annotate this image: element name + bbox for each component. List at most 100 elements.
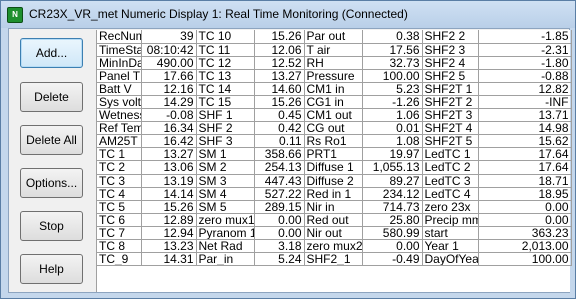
field-value-cell[interactable]: 13.23 — [141, 239, 197, 254]
field-name-cell[interactable]: SM 3 — [196, 174, 255, 188]
field-value-cell[interactable]: -0.88 — [478, 69, 572, 83]
field-name-cell[interactable]: SHF2T 3 — [422, 108, 479, 123]
field-value-cell[interactable]: -0.49 — [362, 252, 423, 267]
field-value-cell[interactable]: 0.00 — [254, 213, 305, 227]
field-value-cell[interactable]: 0.01 — [362, 121, 423, 136]
field-value-cell[interactable]: 1.08 — [362, 134, 423, 149]
field-value-cell[interactable]: 5.24 — [254, 252, 305, 267]
field-value-cell[interactable]: 13.71 — [478, 108, 572, 123]
field-value-cell[interactable]: 12.06 — [254, 43, 305, 57]
title-bar[interactable]: N CR23X_VR_met Numeric Display 1: Real T… — [1, 1, 575, 28]
field-value-cell[interactable]: 0.00 — [254, 226, 305, 241]
field-name-cell[interactable]: SHF2T 5 — [422, 134, 479, 149]
field-value-cell[interactable]: 15.26 — [141, 200, 197, 214]
field-value-cell[interactable]: 17.64 — [478, 160, 572, 175]
field-value-cell[interactable]: 0.00 — [362, 239, 423, 254]
field-value-cell[interactable]: 447.43 — [254, 174, 305, 188]
field-name-cell[interactable]: Nir in — [304, 200, 363, 214]
field-name-cell[interactable]: SM 4 — [196, 187, 255, 201]
field-name-cell[interactable]: Panel T — [97, 69, 142, 83]
field-name-cell[interactable]: Red in 1 — [304, 187, 363, 201]
field-name-cell[interactable]: TC 14 — [196, 82, 255, 96]
field-name-cell[interactable]: TC 7 — [97, 226, 142, 241]
field-name-cell[interactable]: SHF2T 2 — [422, 95, 479, 110]
field-value-cell[interactable]: 13.27 — [141, 147, 197, 162]
field-value-cell[interactable]: 0.42 — [254, 121, 305, 136]
field-value-cell[interactable]: 0.00 — [478, 200, 572, 214]
field-name-cell[interactable]: TC 6 — [97, 213, 142, 227]
field-value-cell[interactable]: 0.11 — [254, 134, 305, 149]
field-value-cell[interactable]: 1,055.13 — [362, 160, 423, 175]
field-value-cell[interactable]: 12.89 — [141, 213, 197, 227]
field-name-cell[interactable]: CG out — [304, 121, 363, 136]
field-name-cell[interactable]: SHF 2 — [196, 121, 255, 136]
field-name-cell[interactable]: SHF2 5 — [422, 69, 479, 83]
field-name-cell[interactable]: SHF2_1 — [304, 252, 363, 267]
field-name-cell[interactable]: Red out — [304, 213, 363, 227]
field-name-cell[interactable]: T air — [304, 43, 363, 57]
field-value-cell[interactable]: 289.15 — [254, 200, 305, 214]
field-name-cell[interactable]: zero mux2 — [304, 239, 363, 254]
field-name-cell[interactable]: TC 3 — [97, 174, 142, 188]
field-name-cell[interactable]: TC 5 — [97, 200, 142, 214]
field-name-cell[interactable]: CM1 out — [304, 108, 363, 123]
field-name-cell[interactable]: TC 8 — [97, 239, 142, 254]
field-value-cell[interactable]: 100.00 — [478, 252, 572, 267]
delete-button[interactable]: Delete — [20, 82, 83, 112]
field-name-cell[interactable]: DayOfYear — [422, 252, 479, 267]
field-value-cell[interactable]: 3.18 — [254, 239, 305, 254]
field-value-cell[interactable]: 17.66 — [141, 69, 197, 83]
field-value-cell[interactable]: 15.62 — [478, 134, 572, 149]
field-value-cell[interactable]: 2,013.00 — [478, 239, 572, 254]
field-name-cell[interactable]: RH — [304, 56, 363, 70]
field-value-cell[interactable]: 0.38 — [362, 30, 423, 44]
field-name-cell[interactable]: TC 4 — [97, 187, 142, 201]
field-value-cell[interactable]: -1.80 — [478, 56, 572, 70]
field-value-cell[interactable]: 13.27 — [254, 69, 305, 83]
field-name-cell[interactable]: SM 1 — [196, 147, 255, 162]
numeric-display-grid[interactable]: RecNum 39 TC 10 15.26 Par out 0.38 SHF2 2 -1.85… — [96, 30, 572, 292]
field-value-cell[interactable]: 14.60 — [254, 82, 305, 96]
field-value-cell[interactable]: 13.19 — [141, 174, 197, 188]
field-value-cell[interactable]: -0.08 — [141, 108, 197, 123]
field-name-cell[interactable]: TC_9 — [97, 252, 142, 267]
field-name-cell[interactable]: Sys volt1 — [97, 95, 142, 110]
field-name-cell[interactable]: Net Rad — [196, 239, 255, 254]
field-name-cell[interactable]: SHF2 3 — [422, 43, 479, 57]
field-name-cell[interactable]: MinInDay — [97, 56, 142, 70]
field-value-cell[interactable]: 12.82 — [478, 82, 572, 96]
field-name-cell[interactable]: SHF 1 — [196, 108, 255, 123]
field-value-cell[interactable]: 12.52 — [254, 56, 305, 70]
field-name-cell[interactable]: CM1 in — [304, 82, 363, 96]
field-name-cell[interactable]: LedTC 4 — [422, 187, 479, 201]
field-value-cell[interactable]: 490.00 — [141, 56, 197, 70]
field-value-cell[interactable]: 25.80 — [362, 213, 423, 227]
field-name-cell[interactable]: SM 5 — [196, 200, 255, 214]
field-name-cell[interactable]: Diffuse 2 — [304, 174, 363, 188]
field-value-cell[interactable]: 16.42 — [141, 134, 197, 149]
field-value-cell[interactable]: 0.45 — [254, 108, 305, 123]
field-value-cell[interactable]: -2.31 — [478, 43, 572, 57]
field-name-cell[interactable]: LedTC 1 — [422, 147, 479, 162]
field-value-cell[interactable]: 12.16 — [141, 82, 197, 96]
field-name-cell[interactable]: Par_in — [196, 252, 255, 267]
field-value-cell[interactable]: 18.71 — [478, 174, 572, 188]
field-name-cell[interactable]: Ref Temp — [97, 121, 142, 136]
field-value-cell[interactable]: 12.94 — [141, 226, 197, 241]
field-value-cell[interactable]: 89.27 — [362, 174, 423, 188]
field-name-cell[interactable]: SHF2 4 — [422, 56, 479, 70]
field-value-cell[interactable]: 14.29 — [141, 95, 197, 110]
help-button[interactable]: Help — [20, 254, 83, 284]
field-name-cell[interactable]: start — [422, 226, 479, 241]
field-name-cell[interactable]: TimeStamp — [97, 43, 142, 57]
field-value-cell[interactable]: 18.95 — [478, 187, 572, 201]
field-value-cell[interactable]: 14.14 — [141, 187, 197, 201]
field-name-cell[interactable]: TC 15 — [196, 95, 255, 110]
add-button[interactable]: Add... — [20, 38, 83, 68]
field-value-cell[interactable]: 15.26 — [254, 30, 305, 44]
field-name-cell[interactable]: Batt V — [97, 82, 142, 96]
field-name-cell[interactable]: Diffuse 1 — [304, 160, 363, 175]
field-name-cell[interactable]: LedTC 3 — [422, 174, 479, 188]
field-value-cell[interactable]: 08:10:42 — [141, 43, 197, 57]
field-value-cell[interactable]: 19.97 — [362, 147, 423, 162]
